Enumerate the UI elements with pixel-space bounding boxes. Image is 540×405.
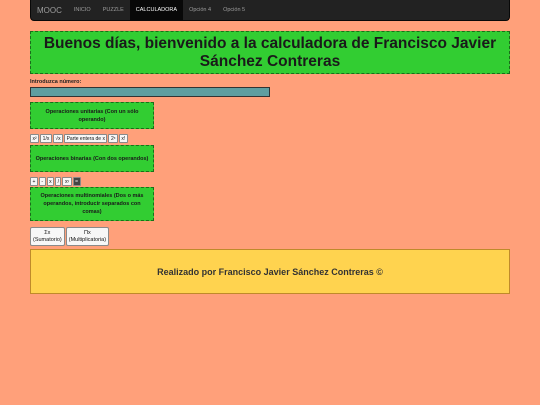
- square-root-button[interactable]: √x: [52, 134, 64, 143]
- nav-item-puzzle[interactable]: PUZZLE: [97, 0, 130, 20]
- equals-button[interactable]: =: [72, 177, 81, 186]
- binary-buttons: + - x / xʸ =: [30, 177, 81, 186]
- square-button[interactable]: x²: [30, 134, 40, 143]
- power-of-two-button[interactable]: 2ˣ: [108, 134, 118, 143]
- product-caption: (Multiplicatoria): [68, 236, 107, 243]
- multinomial-operations-heading: Operaciones multinomiales (Dos o más ope…: [30, 187, 154, 221]
- power-button[interactable]: xʸ: [62, 177, 72, 186]
- number-input-label: Introduzca número:: [30, 79, 82, 85]
- footer-text: Realizado por Francisco Javier Sánchez C…: [157, 266, 383, 277]
- multinomial-buttons: Σx (Sumatorio) Πx (Multiplicatoria): [30, 227, 110, 246]
- reciprocal-button[interactable]: 1/x: [40, 134, 52, 143]
- welcome-banner: Buenos días, bienvenido a la calculadora…: [30, 31, 510, 74]
- subtract-button[interactable]: -: [38, 177, 46, 186]
- summation-caption: (Sumatorio): [33, 236, 62, 243]
- multiply-button[interactable]: x: [46, 177, 55, 186]
- add-button[interactable]: +: [30, 177, 38, 186]
- nav-item-opcion-4[interactable]: Opción 4: [183, 0, 217, 20]
- divide-button[interactable]: /: [55, 177, 62, 186]
- nav-item-opcion-5[interactable]: Opción 5: [217, 0, 251, 20]
- number-input[interactable]: [30, 87, 270, 97]
- product-symbol: Πx: [84, 229, 91, 236]
- factorial-button[interactable]: x!: [118, 134, 128, 143]
- summation-symbol: Σx: [44, 229, 51, 236]
- top-navbar: MOOC INICIO PUZZLE CALCULADORA Opción 4 …: [30, 0, 510, 21]
- page-title: Buenos días, bienvenido a la calculadora…: [43, 34, 497, 70]
- summation-button[interactable]: Σx (Sumatorio): [30, 227, 65, 246]
- multinomial-operations-label: Operaciones multinomiales (Dos o más ope…: [40, 193, 144, 215]
- nav-item-calculadora[interactable]: CALCULADORA: [129, 0, 184, 20]
- product-button[interactable]: Πx (Multiplicatoria): [65, 227, 110, 246]
- footer-credits: Realizado por Francisco Javier Sánchez C…: [30, 249, 510, 294]
- unary-buttons: x² 1/x √x Parte entera de x 2ˣ x!: [30, 134, 128, 143]
- unary-operations-heading: Operaciones unitarias (Con un sólo opera…: [30, 102, 154, 129]
- binary-operations-heading: Operaciones binarias (Con dos operandos): [30, 145, 154, 172]
- nav-item-inicio[interactable]: INICIO: [68, 0, 97, 20]
- navbar-brand[interactable]: MOOC: [31, 0, 68, 20]
- unary-operations-label: Operaciones unitarias (Con un sólo opera…: [45, 108, 139, 123]
- binary-operations-label: Operaciones binarias (Con dos operandos): [35, 155, 149, 162]
- integer-part-button[interactable]: Parte entera de x: [64, 134, 108, 143]
